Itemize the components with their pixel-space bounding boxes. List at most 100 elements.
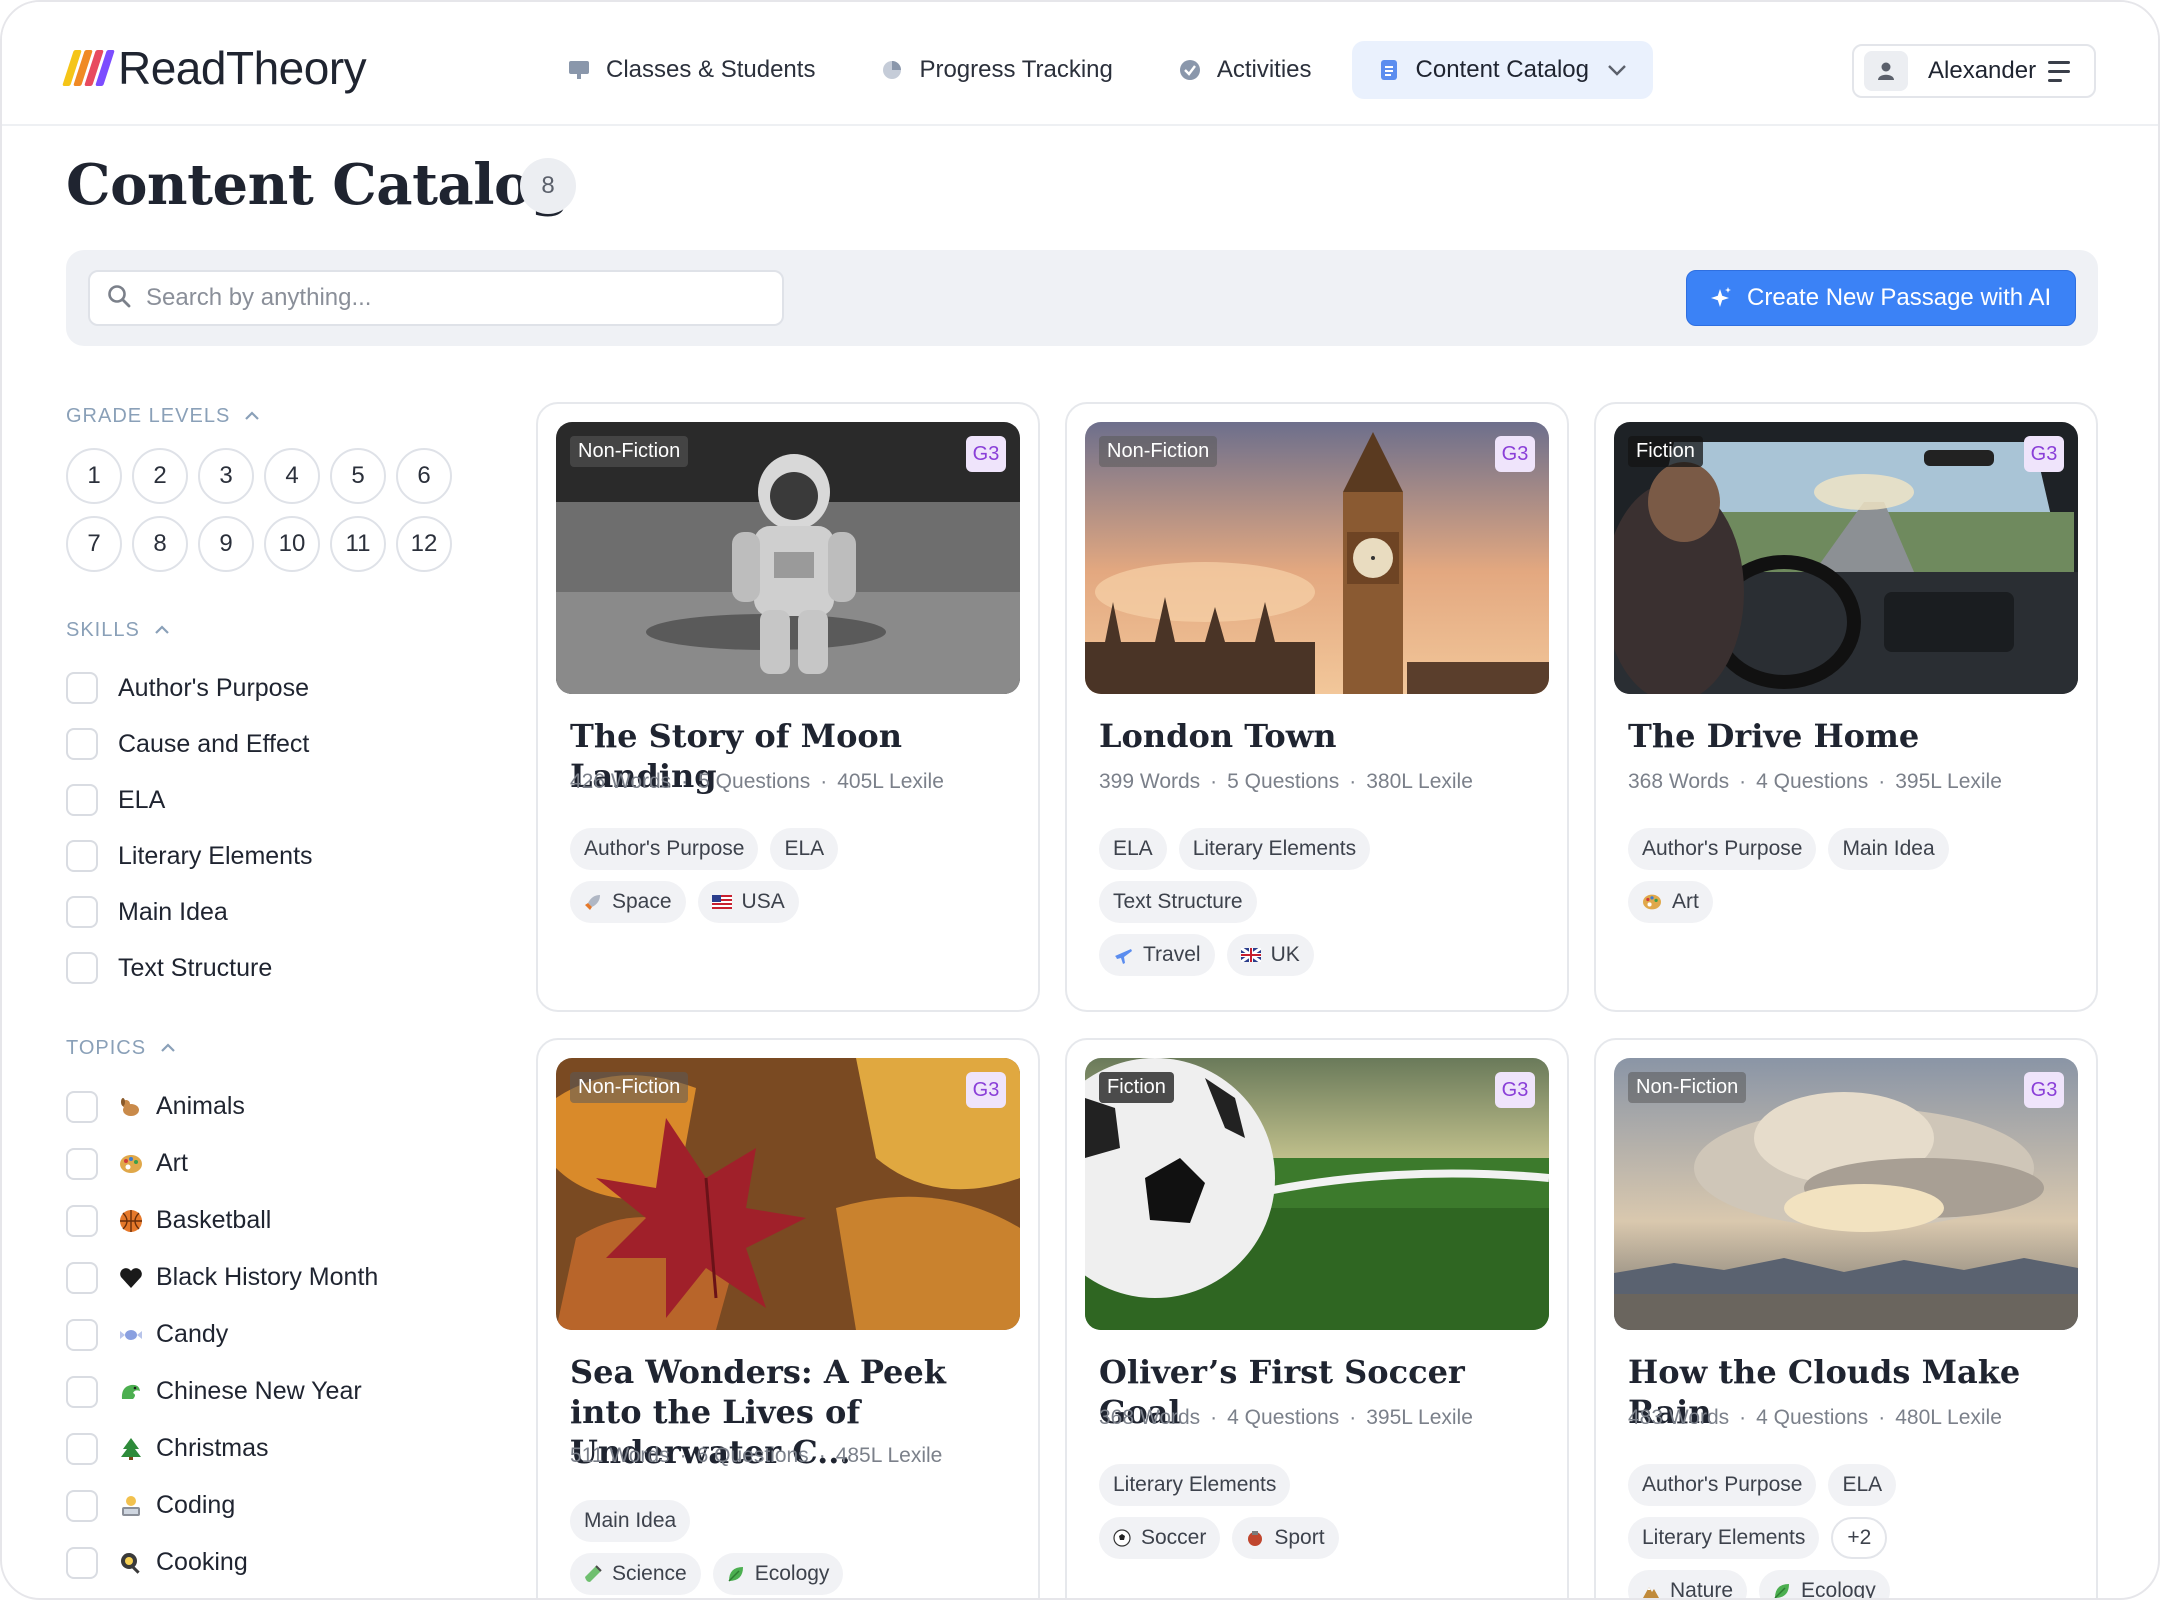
grade-chip[interactable]: 12 bbox=[396, 516, 452, 572]
grade-chip[interactable]: 3 bbox=[198, 448, 254, 504]
skill-tags: Main Idea bbox=[570, 1500, 702, 1542]
grade-chip[interactable]: 5 bbox=[330, 448, 386, 504]
checkbox[interactable] bbox=[66, 1204, 98, 1237]
skill-option[interactable]: Cause and Effect bbox=[66, 716, 486, 772]
checkbox[interactable] bbox=[66, 896, 98, 928]
nav-content-catalog[interactable]: Content Catalog bbox=[1351, 41, 1653, 99]
topic-option[interactable]: Animals bbox=[66, 1078, 486, 1135]
checkbox[interactable] bbox=[66, 1147, 98, 1180]
section-title: TOPICS bbox=[66, 1036, 147, 1059]
topic-option[interactable]: Basketball bbox=[66, 1192, 486, 1249]
rocket-icon bbox=[584, 893, 602, 911]
search-toolbar: Create New Passage with AI bbox=[66, 250, 2098, 346]
passage-card[interactable]: Non-Fiction G3 London Town 399 Words · 5 Q… bbox=[1065, 402, 1569, 1012]
lexile-level: 380L Lexile bbox=[1366, 770, 1473, 793]
grade-levels-header[interactable]: GRADE LEVELS bbox=[66, 398, 486, 434]
passage-image: Non-Fiction G3 bbox=[556, 1058, 1020, 1330]
grade-badge: G3 bbox=[966, 436, 1006, 472]
passage-card[interactable]: Fiction G3 The Drive Home 368 Words · 4 Qu… bbox=[1594, 402, 2098, 1012]
topic-option[interactable]: Christmas bbox=[66, 1420, 486, 1477]
checkbox[interactable] bbox=[66, 840, 98, 872]
topic-tags: Soccer Sport bbox=[1099, 1517, 1351, 1559]
topic-option[interactable]: Candy bbox=[66, 1306, 486, 1363]
passage-image: Fiction G3 bbox=[1614, 422, 2078, 694]
create-passage-ai-button[interactable]: Create New Passage with AI bbox=[1686, 270, 2076, 326]
passage-meta: 511 Words · 6 Questions · 485L Lexile bbox=[570, 1444, 943, 1467]
passage-card[interactable]: Non-Fiction G3 How the Clouds Make Rain … bbox=[1594, 1038, 2098, 1598]
skill-option[interactable]: Author's Purpose bbox=[66, 660, 486, 716]
grade-chip[interactable]: 7 bbox=[66, 516, 122, 572]
checkbox[interactable] bbox=[66, 784, 98, 816]
user-icon bbox=[1878, 62, 1894, 80]
skill-tags: Literary Elements bbox=[1099, 1464, 1302, 1506]
checkbox[interactable] bbox=[66, 1432, 98, 1465]
check-circle-icon bbox=[1179, 59, 1201, 81]
grade-chip[interactable]: 2 bbox=[132, 448, 188, 504]
genre-label: Non-Fiction bbox=[570, 1072, 689, 1103]
skill-tag: Author's Purpose bbox=[1628, 1464, 1817, 1506]
grade-chip[interactable]: 9 bbox=[198, 516, 254, 572]
nav-activities[interactable]: Activities bbox=[1153, 41, 1338, 99]
checkbox[interactable] bbox=[66, 1375, 98, 1408]
topics-header[interactable]: TOPICS bbox=[66, 1030, 486, 1066]
topic-option[interactable]: Black History Month bbox=[66, 1249, 486, 1306]
search-icon bbox=[106, 283, 132, 314]
grade-chip[interactable]: 10 bbox=[264, 516, 320, 572]
skill-option[interactable]: Text Structure bbox=[66, 940, 486, 996]
chevron-down-icon[interactable] bbox=[1607, 64, 1627, 76]
result-count-badge: 8 bbox=[520, 158, 576, 214]
user-name: Alexander bbox=[1928, 57, 2037, 84]
grade-chip[interactable]: 4 bbox=[264, 448, 320, 504]
passage-title: The Drive Home bbox=[1628, 717, 1920, 755]
skill-option[interactable]: Main Idea bbox=[66, 884, 486, 940]
avatar bbox=[1864, 51, 1908, 91]
lexile-level: 480L Lexile bbox=[1895, 1406, 2002, 1429]
search-box[interactable] bbox=[88, 270, 784, 326]
soccer-ball-icon bbox=[1113, 1529, 1131, 1547]
grade-badge: G3 bbox=[1495, 436, 1535, 472]
passage-card[interactable]: Non-Fiction G3 The Story of Moon Landing… bbox=[536, 402, 1040, 1012]
option-label: Author's Purpose bbox=[118, 673, 309, 702]
topic-tags: Travel UK bbox=[1099, 934, 1326, 976]
grade-chip[interactable]: 1 bbox=[66, 448, 122, 504]
skill-tag: Main Idea bbox=[1828, 828, 1949, 870]
test-tube-icon bbox=[584, 1565, 602, 1583]
checkbox[interactable] bbox=[66, 1318, 98, 1351]
more-tags-chip[interactable]: +2 bbox=[1831, 1517, 1888, 1559]
checkbox[interactable] bbox=[66, 1489, 98, 1522]
skill-tags: Author's Purpose ELA bbox=[570, 828, 850, 870]
checkbox[interactable] bbox=[66, 1546, 98, 1579]
grade-chip[interactable]: 11 bbox=[330, 516, 386, 572]
skill-tag: Author's Purpose bbox=[1628, 828, 1817, 870]
skill-option[interactable]: ELA bbox=[66, 772, 486, 828]
nav-progress-tracking[interactable]: Progress Tracking bbox=[855, 41, 1138, 99]
checkbox[interactable] bbox=[66, 728, 98, 760]
topic-option[interactable]: Cooking bbox=[66, 1534, 486, 1591]
skill-option[interactable]: Literary Elements bbox=[66, 828, 486, 884]
main-nav: Classes & Students Progress Tracking Act… bbox=[542, 40, 1667, 100]
option-label: Art bbox=[156, 1149, 188, 1177]
grade-chip[interactable]: 6 bbox=[396, 448, 452, 504]
passage-card[interactable]: Fiction G3 Oliver’s First Soccer Goal 36… bbox=[1065, 1038, 1569, 1598]
chevron-up-icon bbox=[154, 625, 170, 635]
checkbox[interactable] bbox=[66, 672, 98, 704]
passage-card[interactable]: Non-Fiction G3 Sea Wonders: A Peek into … bbox=[536, 1038, 1040, 1598]
option-label: Literary Elements bbox=[118, 841, 313, 870]
checkbox[interactable] bbox=[66, 1090, 98, 1123]
checkbox[interactable] bbox=[66, 952, 98, 984]
logo[interactable]: ReadTheory bbox=[62, 42, 367, 94]
search-input[interactable] bbox=[146, 284, 746, 312]
topic-option[interactable]: Coding bbox=[66, 1477, 486, 1534]
topic-tag: USA bbox=[697, 881, 799, 923]
palette-icon bbox=[1642, 893, 1662, 911]
grade-badge: G3 bbox=[2024, 1072, 2064, 1108]
topic-option[interactable]: Chinese New Year bbox=[66, 1363, 486, 1420]
grade-chip[interactable]: 8 bbox=[132, 516, 188, 572]
checkbox[interactable] bbox=[66, 1261, 98, 1294]
question-count: 4 Questions bbox=[1756, 1406, 1869, 1429]
skills-header[interactable]: SKILLS bbox=[66, 612, 486, 648]
nav-classes-students[interactable]: Classes & Students bbox=[542, 41, 841, 99]
topic-option[interactable]: Art bbox=[66, 1135, 486, 1192]
skill-tags: Author's Purpose Main Idea bbox=[1628, 828, 1961, 870]
user-menu-button[interactable]: Alexander bbox=[1852, 44, 2096, 98]
